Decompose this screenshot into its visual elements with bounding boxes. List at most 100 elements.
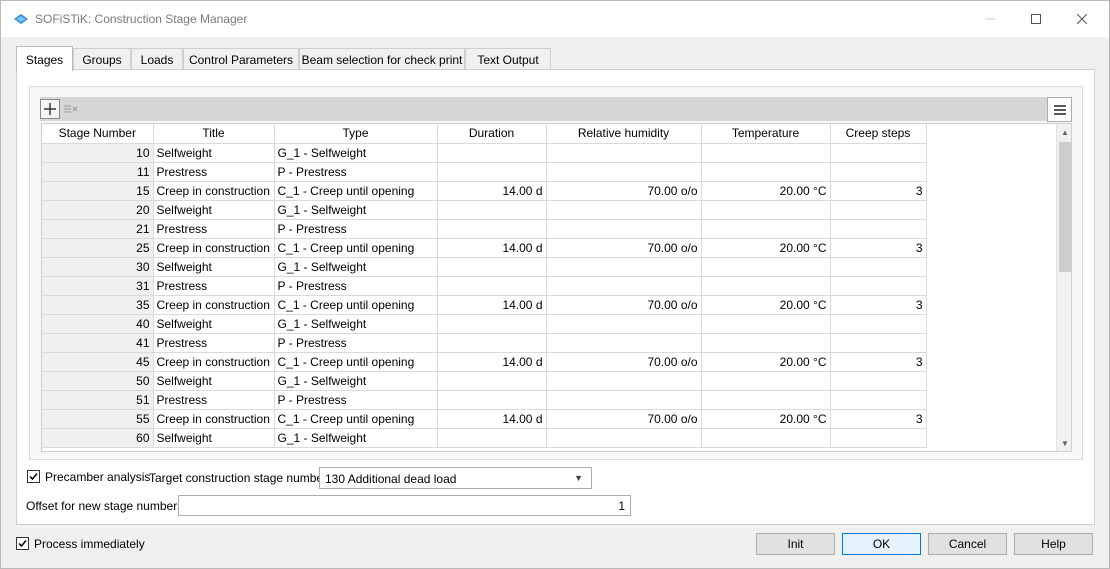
column-header-duration[interactable]: Duration (437, 124, 547, 144)
title-cell[interactable]: Selfweight (153, 314, 275, 334)
tab-groups[interactable]: Groups (73, 48, 131, 70)
scroll-down-arrow-icon[interactable]: ▼ (1057, 435, 1071, 451)
stage-number-cell[interactable]: 30 (42, 257, 154, 277)
humidity-cell[interactable] (546, 219, 702, 239)
delete-stage-button[interactable] (61, 99, 81, 119)
stage-number-cell[interactable]: 41 (42, 333, 154, 353)
temperature-cell[interactable] (701, 314, 831, 334)
title-cell[interactable]: Creep in construction (153, 295, 275, 315)
humidity-cell[interactable] (546, 276, 702, 296)
column-header-type[interactable]: Type (274, 124, 438, 144)
creep-steps-cell[interactable] (830, 257, 927, 277)
temperature-cell[interactable] (701, 276, 831, 296)
duration-cell[interactable]: 14.00 d (437, 352, 547, 372)
table-vertical-scrollbar[interactable]: ▲ ▼ (1056, 124, 1071, 451)
column-header-title[interactable]: Title (153, 124, 275, 144)
tab-text-output[interactable]: Text Output (465, 48, 551, 70)
creep-steps-cell[interactable] (830, 390, 927, 410)
duration-cell[interactable] (437, 200, 547, 220)
creep-steps-cell[interactable] (830, 143, 927, 163)
table-row[interactable]: 11 Prestress P - Prestress (42, 162, 927, 182)
type-cell[interactable]: C_1 - Creep until opening (274, 181, 438, 201)
target-stage-combobox[interactable]: 130 Additional dead load ▼ (319, 467, 592, 489)
creep-steps-cell[interactable]: 3 (830, 181, 927, 201)
type-cell[interactable]: P - Prestress (274, 390, 438, 410)
stage-number-cell[interactable]: 15 (42, 181, 154, 201)
duration-cell[interactable] (437, 428, 547, 448)
humidity-cell[interactable]: 70.00 o/o (546, 409, 702, 429)
ok-button[interactable]: OK (842, 533, 921, 555)
duration-cell[interactable]: 14.00 d (437, 295, 547, 315)
table-row[interactable]: 51 Prestress P - Prestress (42, 390, 927, 410)
creep-steps-cell[interactable] (830, 276, 927, 296)
duration-cell[interactable] (437, 219, 547, 239)
type-cell[interactable]: C_1 - Creep until opening (274, 238, 438, 258)
minimize-button[interactable] (967, 1, 1013, 37)
duration-cell[interactable] (437, 390, 547, 410)
creep-steps-cell[interactable]: 3 (830, 238, 927, 258)
duration-cell[interactable] (437, 371, 547, 391)
creep-steps-cell[interactable] (830, 314, 927, 334)
temperature-cell[interactable]: 20.00 °C (701, 352, 831, 372)
stage-number-cell[interactable]: 50 (42, 371, 154, 391)
title-cell[interactable]: Creep in construction (153, 238, 275, 258)
humidity-cell[interactable]: 70.00 o/o (546, 181, 702, 201)
title-cell[interactable]: Creep in construction (153, 181, 275, 201)
offset-input[interactable]: 1 (178, 495, 631, 516)
humidity-cell[interactable] (546, 428, 702, 448)
humidity-cell[interactable] (546, 390, 702, 410)
temperature-cell[interactable]: 20.00 °C (701, 181, 831, 201)
add-stage-button[interactable] (40, 99, 60, 119)
stage-number-cell[interactable]: 40 (42, 314, 154, 334)
init-button[interactable]: Init (756, 533, 835, 555)
table-row[interactable]: 10 Selfweight G_1 - Selfweight (42, 143, 927, 163)
type-cell[interactable]: P - Prestress (274, 219, 438, 239)
scroll-up-arrow-icon[interactable]: ▲ (1057, 124, 1071, 140)
stage-number-cell[interactable]: 51 (42, 390, 154, 410)
table-row[interactable]: 40 Selfweight G_1 - Selfweight (42, 314, 927, 334)
creep-steps-cell[interactable] (830, 428, 927, 448)
creep-steps-cell[interactable] (830, 200, 927, 220)
title-cell[interactable]: Selfweight (153, 200, 275, 220)
creep-steps-cell[interactable] (830, 219, 927, 239)
humidity-cell[interactable] (546, 314, 702, 334)
table-row[interactable]: 30 Selfweight G_1 - Selfweight (42, 257, 927, 277)
table-row[interactable]: 31 Prestress P - Prestress (42, 276, 927, 296)
column-header-creep-steps[interactable]: Creep steps (830, 124, 927, 144)
table-row[interactable]: 41 Prestress P - Prestress (42, 333, 927, 353)
creep-steps-cell[interactable] (830, 371, 927, 391)
cancel-button[interactable]: Cancel (928, 533, 1007, 555)
table-row[interactable]: 60 Selfweight G_1 - Selfweight (42, 428, 927, 448)
temperature-cell[interactable] (701, 333, 831, 353)
stage-number-cell[interactable]: 60 (42, 428, 154, 448)
title-cell[interactable]: Selfweight (153, 257, 275, 277)
column-header-temperature[interactable]: Temperature (701, 124, 831, 144)
type-cell[interactable]: G_1 - Selfweight (274, 371, 438, 391)
humidity-cell[interactable] (546, 162, 702, 182)
title-cell[interactable]: Selfweight (153, 428, 275, 448)
table-row[interactable]: 25 Creep in construction C_1 - Creep until… (42, 238, 927, 258)
help-button[interactable]: Help (1014, 533, 1093, 555)
creep-steps-cell[interactable] (830, 333, 927, 353)
type-cell[interactable]: P - Prestress (274, 162, 438, 182)
title-cell[interactable]: Selfweight (153, 143, 275, 163)
title-cell[interactable]: Creep in construction (153, 352, 275, 372)
stage-number-cell[interactable]: 55 (42, 409, 154, 429)
temperature-cell[interactable]: 20.00 °C (701, 295, 831, 315)
humidity-cell[interactable] (546, 143, 702, 163)
creep-steps-cell[interactable]: 3 (830, 352, 927, 372)
tab-loads[interactable]: Loads (131, 48, 183, 70)
title-cell[interactable]: Prestress (153, 162, 275, 182)
duration-cell[interactable] (437, 333, 547, 353)
scrollbar-thumb[interactable] (1059, 142, 1071, 272)
title-cell[interactable]: Prestress (153, 276, 275, 296)
table-row[interactable]: 35 Creep in construction C_1 - Creep until… (42, 295, 927, 315)
tab-stages[interactable]: Stages (16, 46, 73, 71)
table-row[interactable]: 20 Selfweight G_1 - Selfweight (42, 200, 927, 220)
type-cell[interactable]: G_1 - Selfweight (274, 143, 438, 163)
title-cell[interactable]: Selfweight (153, 371, 275, 391)
humidity-cell[interactable] (546, 371, 702, 391)
temperature-cell[interactable] (701, 162, 831, 182)
duration-cell[interactable] (437, 276, 547, 296)
precamber-checkbox[interactable] (27, 470, 40, 483)
